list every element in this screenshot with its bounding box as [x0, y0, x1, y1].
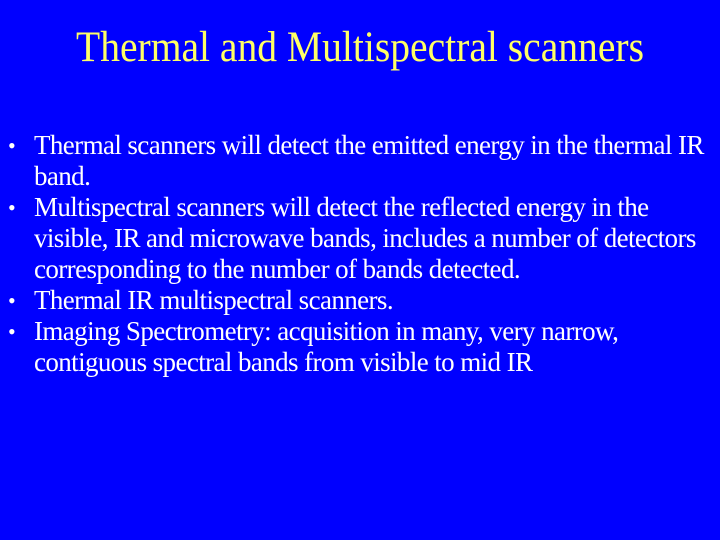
bullet-icon: • — [8, 288, 16, 313]
slide-title: Thermal and Multispectral scanners — [76, 24, 644, 71]
bullet-text: Imaging Spectrometry: acquisition in man… — [34, 316, 619, 377]
bullet-text: Multispectral scanners will detect the r… — [34, 192, 696, 284]
bullet-list: • Thermal scanners will detect the emitt… — [0, 130, 720, 378]
bullet-item: • Multispectral scanners will detect the… — [0, 192, 714, 285]
bullet-item: • Thermal IR multispectral scanners. — [0, 285, 714, 316]
bullet-icon: • — [8, 195, 16, 220]
bullet-item: • Imaging Spectrometry: acquisition in m… — [0, 316, 714, 378]
bullet-item: • Thermal scanners will detect the emitt… — [0, 130, 714, 192]
bullet-text: Thermal scanners will detect the emitted… — [34, 130, 704, 191]
bullet-icon: • — [8, 319, 16, 344]
bullet-icon: • — [8, 133, 16, 158]
bullet-text: Thermal IR multispectral scanners. — [34, 285, 394, 315]
